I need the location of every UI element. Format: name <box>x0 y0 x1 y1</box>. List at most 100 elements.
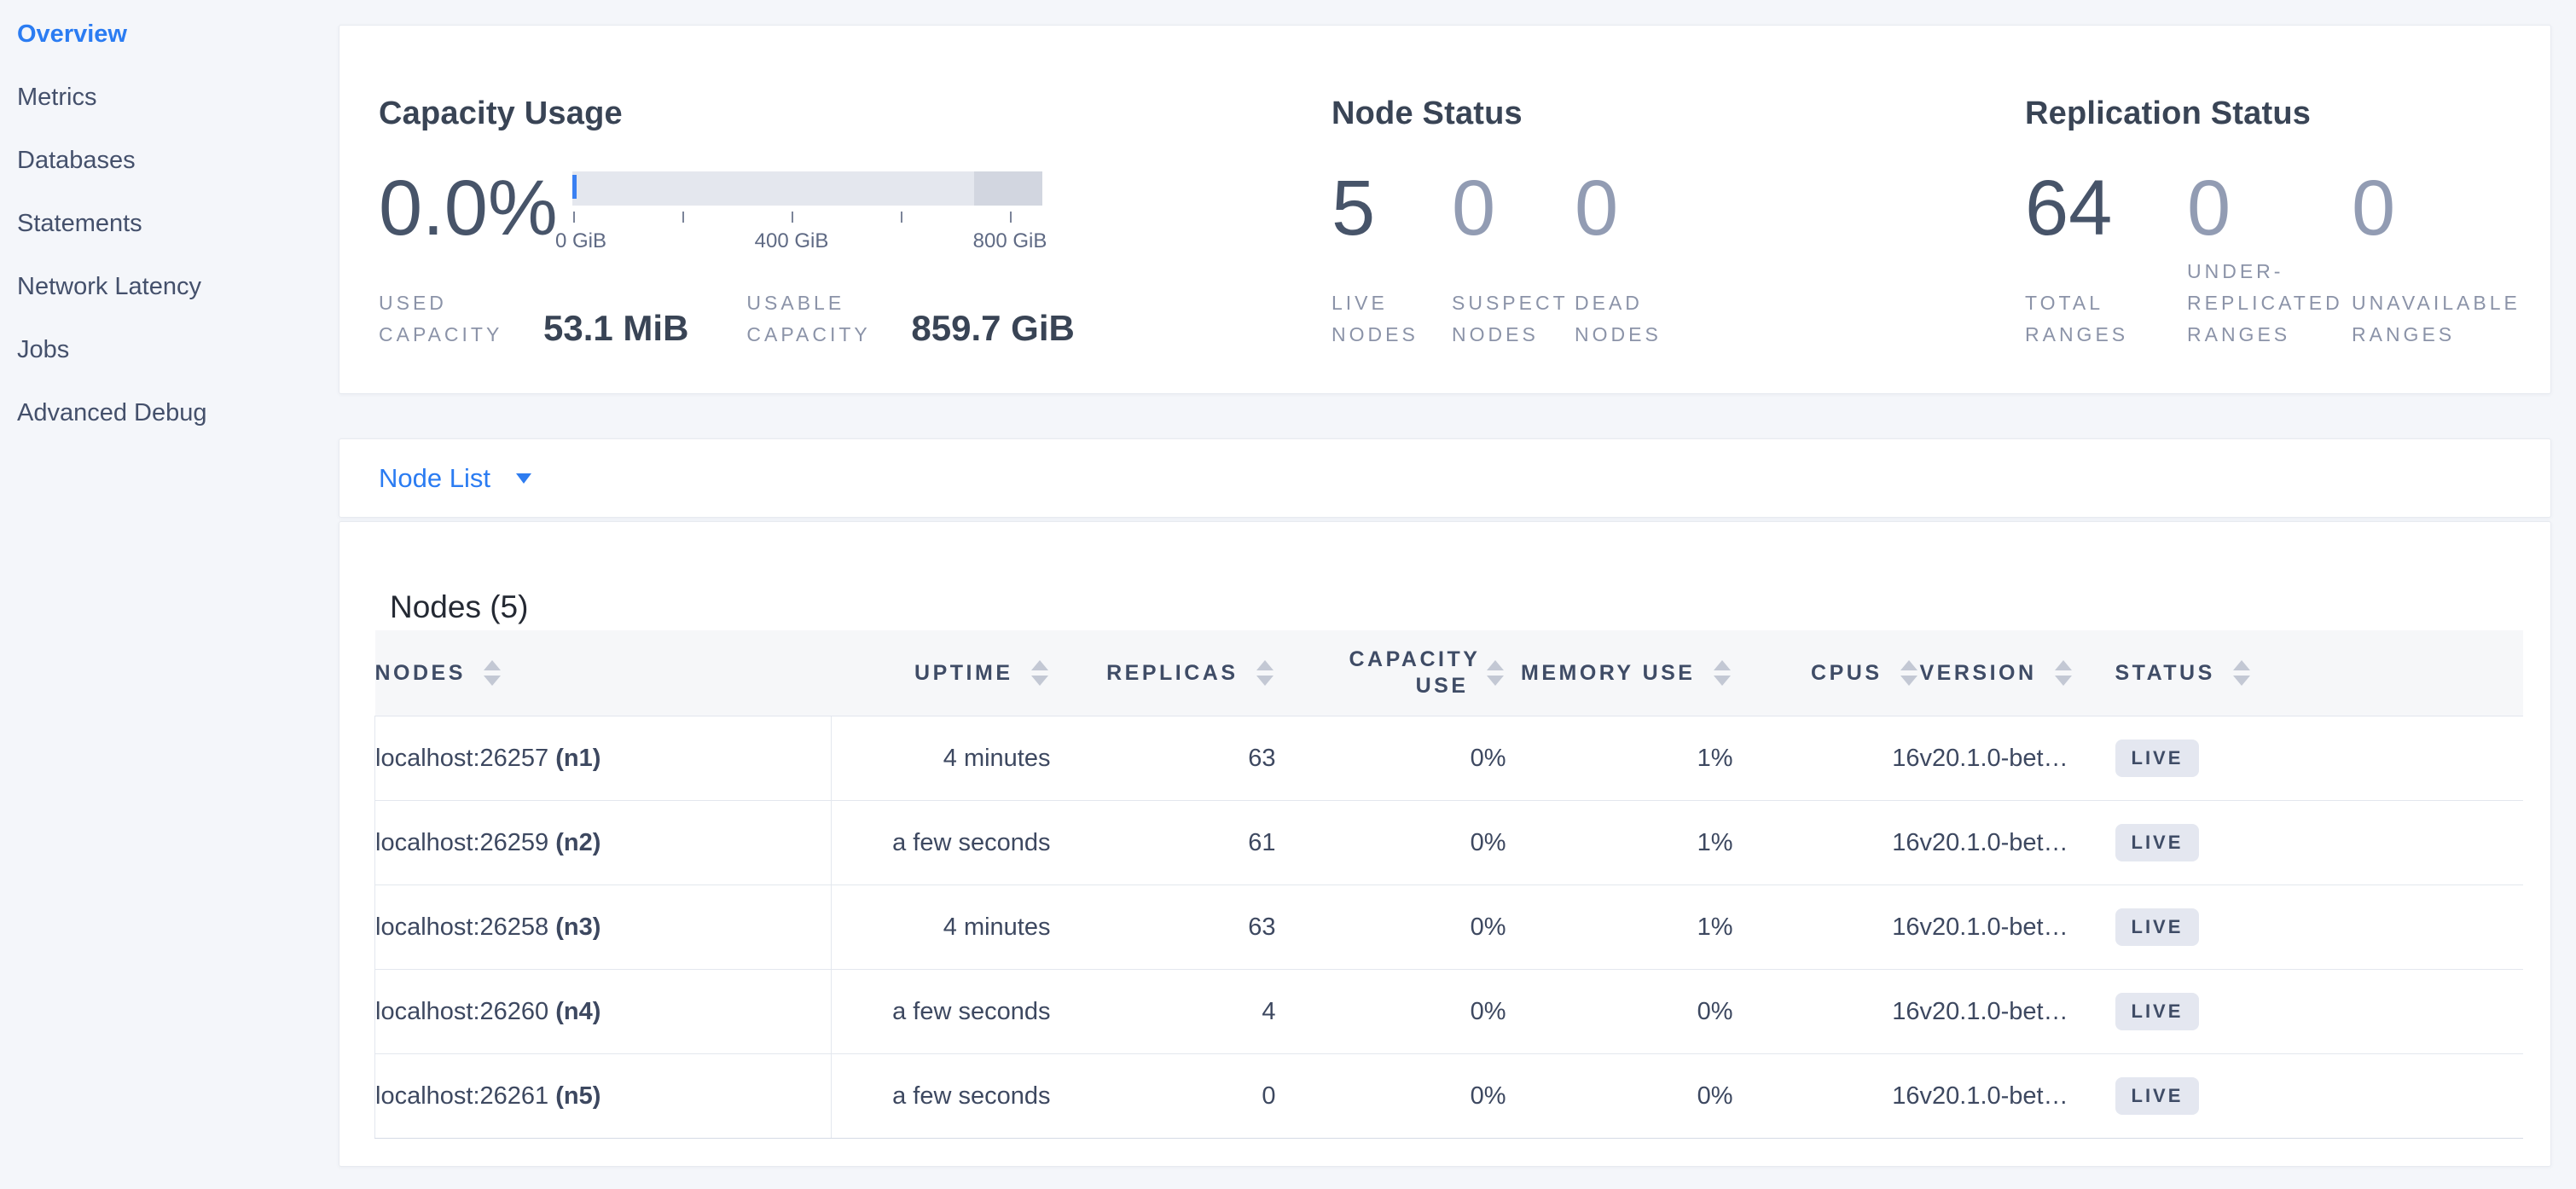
sidebar-item-network-latency[interactable]: Network Latency <box>17 271 201 302</box>
view-selector-card: Node List <box>339 438 2551 518</box>
total-ranges-label: TOTAL RANGES <box>2025 287 2187 351</box>
node-replicas: 4 <box>1051 970 1276 1054</box>
column-header-capacity-use[interactable]: CAPACITY USE <box>1276 630 1506 716</box>
used-capacity-label: USED CAPACITY <box>379 287 519 351</box>
axis-label-800gib: 800 GiB <box>973 229 1047 253</box>
node-list-dropdown-label[interactable]: Node List <box>379 463 490 494</box>
sidebar: Overview Metrics Databases Statements Ne… <box>0 0 316 1189</box>
node-status-numbers: 5 0 0 <box>1332 169 1720 247</box>
node-id: (n2) <box>555 829 600 856</box>
sort-icon[interactable] <box>2052 658 2074 687</box>
node-memory-use: 0% <box>1506 970 1733 1054</box>
status-badge: LIVE <box>2115 993 2200 1030</box>
node-cpus: 16 <box>1733 970 1920 1054</box>
capacity-bar-used-segment <box>572 175 577 199</box>
node-uptime: 4 minutes <box>832 716 1051 801</box>
node-id: (n5) <box>555 1082 600 1110</box>
column-header-nodes[interactable]: NODES <box>375 630 832 716</box>
capacity-usage-section: Capacity Usage 0.0% 0 GiB 400 GiB 800 Gi… <box>379 26 1326 393</box>
nodes-table: NODES UPTIME REPLICAS CAPACITY USE MEMOR… <box>374 630 2523 1139</box>
node-address[interactable]: localhost:26258 <box>375 914 548 941</box>
used-capacity-value: 53.1 MiB <box>543 308 688 349</box>
unavailable-ranges-count: 0 <box>2352 169 2548 247</box>
usable-capacity-label: USABLE CAPACITY <box>746 287 887 351</box>
node-cpus: 16 <box>1733 885 1920 970</box>
status-badge: LIVE <box>2115 740 2200 777</box>
status-badge: LIVE <box>2115 824 2200 861</box>
replication-status-title: Replication Status <box>2025 96 2311 132</box>
axis-label-400gib: 400 GiB <box>755 229 829 253</box>
node-list-dropdown[interactable]: Node List <box>339 463 531 494</box>
node-cpus: 16 <box>1733 801 1920 885</box>
node-id: (n1) <box>555 745 600 772</box>
sort-icon[interactable] <box>1029 658 1051 687</box>
sort-icon[interactable] <box>1711 658 1733 687</box>
sidebar-item-statements[interactable]: Statements <box>17 208 142 239</box>
under-replicated-ranges-count: 0 <box>2187 169 2352 247</box>
sidebar-item-databases[interactable]: Databases <box>17 145 136 176</box>
node-status-section: Node Status 5 0 0 LIVE NODES SUSPECT NOD… <box>1332 26 2014 393</box>
sidebar-item-overview[interactable]: Overview <box>17 19 127 49</box>
node-memory-use: 1% <box>1506 716 1733 801</box>
nodes-table-card: Nodes (5) NODES UPTIME REPLICAS <box>339 521 2551 1167</box>
live-nodes-count: 5 <box>1332 169 1452 247</box>
replication-labels: TOTAL RANGES UNDER-REPLICATED RANGES UNA… <box>2025 256 2548 351</box>
node-address[interactable]: localhost:26261 <box>375 1082 548 1110</box>
sort-icon[interactable] <box>481 658 503 687</box>
node-uptime: a few seconds <box>832 1054 1051 1139</box>
column-header-cpus[interactable]: CPUS <box>1733 630 1920 716</box>
node-memory-use: 0% <box>1506 1054 1733 1139</box>
table-row[interactable]: localhost:26260 (n4) a few seconds 4 0% … <box>375 970 2523 1054</box>
node-version: v20.1.0-bet… <box>1920 801 2115 885</box>
chevron-down-icon[interactable] <box>516 473 531 484</box>
capacity-used-percent: 0.0% <box>379 169 558 247</box>
replication-status-section: Replication Status 64 0 0 TOTAL RANGES U… <box>2025 26 2550 393</box>
column-header-replicas[interactable]: REPLICAS <box>1051 630 1276 716</box>
sidebar-item-jobs[interactable]: Jobs <box>17 334 69 365</box>
column-header-uptime[interactable]: UPTIME <box>832 630 1051 716</box>
total-ranges-count: 64 <box>2025 169 2187 247</box>
column-header-memory-use[interactable]: MEMORY USE <box>1506 630 1733 716</box>
node-status-title: Node Status <box>1332 96 1523 132</box>
column-header-status[interactable]: STATUS <box>2115 630 2523 716</box>
sort-icon[interactable] <box>1898 658 1920 687</box>
suspect-nodes-label: SUSPECT NODES <box>1452 287 1575 351</box>
sidebar-item-metrics[interactable]: Metrics <box>17 82 96 113</box>
node-address[interactable]: localhost:26259 <box>375 829 548 856</box>
unavailable-ranges-label: UNAVAILABLE RANGES <box>2352 287 2548 351</box>
node-version: v20.1.0-bet… <box>1920 1054 2115 1139</box>
node-address[interactable]: localhost:26257 <box>375 745 548 772</box>
sort-icon[interactable] <box>2231 658 2253 687</box>
node-memory-use: 1% <box>1506 801 1733 885</box>
node-version: v20.1.0-bet… <box>1920 885 2115 970</box>
dead-nodes-label: DEAD NODES <box>1575 287 1720 351</box>
node-cpus: 16 <box>1733 716 1920 801</box>
cluster-summary-card: Capacity Usage 0.0% 0 GiB 400 GiB 800 Gi… <box>339 25 2551 394</box>
sort-icon[interactable] <box>1254 658 1276 687</box>
node-capacity-use: 0% <box>1276 1054 1506 1139</box>
sort-icon[interactable] <box>1484 658 1506 687</box>
node-capacity-use: 0% <box>1276 801 1506 885</box>
node-address[interactable]: localhost:26260 <box>375 998 548 1025</box>
node-uptime: a few seconds <box>832 970 1051 1054</box>
node-id: (n4) <box>555 998 600 1025</box>
node-version: v20.1.0-bet… <box>1920 716 2115 801</box>
node-replicas: 61 <box>1051 801 1276 885</box>
dead-nodes-count: 0 <box>1575 169 1720 247</box>
under-replicated-ranges-label: UNDER-REPLICATED RANGES <box>2187 256 2352 351</box>
sidebar-item-advanced-debug[interactable]: Advanced Debug <box>17 397 207 428</box>
node-replicas: 63 <box>1051 716 1276 801</box>
table-row[interactable]: localhost:26258 (n3) 4 minutes 63 0% 1% … <box>375 885 2523 970</box>
node-version: v20.1.0-bet… <box>1920 970 2115 1054</box>
node-capacity-use: 0% <box>1276 970 1506 1054</box>
column-header-version[interactable]: VERSION <box>1920 630 2115 716</box>
table-row[interactable]: localhost:26261 (n5) a few seconds 0 0% … <box>375 1054 2523 1139</box>
node-memory-use: 1% <box>1506 885 1733 970</box>
table-row[interactable]: localhost:26259 (n2) a few seconds 61 0%… <box>375 801 2523 885</box>
table-row[interactable]: localhost:26257 (n1) 4 minutes 63 0% 1% … <box>375 716 2523 801</box>
table-header-row: NODES UPTIME REPLICAS CAPACITY USE MEMOR… <box>375 630 2523 716</box>
nodes-table-title: Nodes (5) <box>390 589 528 625</box>
capacity-bar-reserved-segment <box>974 171 1042 206</box>
usable-capacity-value: 859.7 GiB <box>911 308 1074 349</box>
status-badge: LIVE <box>2115 908 2200 946</box>
